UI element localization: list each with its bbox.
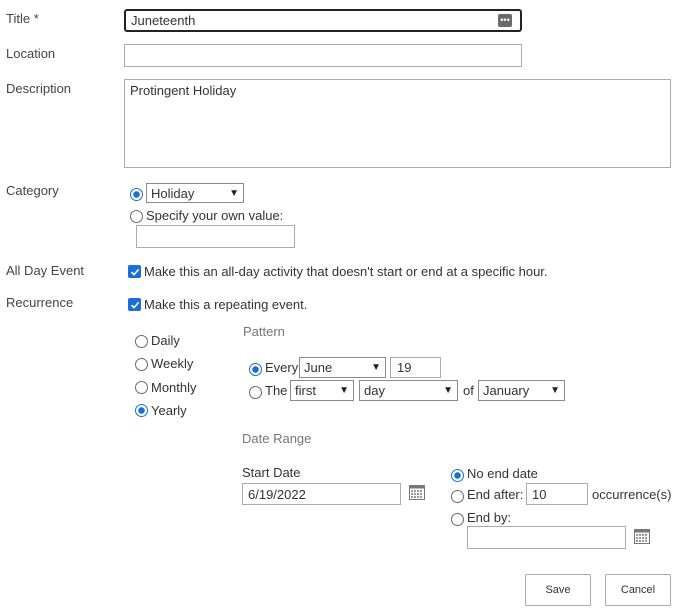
chevron-down-icon: ▼: [339, 385, 349, 396]
chevron-down-icon: ▼: [371, 362, 381, 373]
frequency-monthly-radio[interactable]: [135, 381, 148, 394]
category-own-input[interactable]: [136, 225, 295, 248]
title-label: Title *: [6, 11, 39, 26]
category-label: Category: [6, 183, 59, 198]
end-by-radio[interactable]: [451, 513, 464, 526]
chevron-down-icon: ▼: [550, 385, 560, 396]
chevron-down-icon: ▼: [443, 385, 453, 396]
location-input[interactable]: [124, 44, 522, 67]
of-label: of: [463, 383, 474, 398]
allday-label: All Day Event: [6, 263, 85, 278]
frequency-yearly-radio[interactable]: [135, 404, 148, 417]
frequency-weekly-radio[interactable]: [135, 358, 148, 371]
chevron-down-icon: ▼: [229, 187, 239, 199]
category-choice-radio[interactable]: [130, 188, 143, 201]
end-by-label: End by:: [467, 510, 512, 525]
the-month-select[interactable]: January ▼: [478, 380, 565, 401]
the-ordinal-select[interactable]: first ▼: [290, 380, 354, 401]
recurrence-label: Recurrence: [6, 295, 74, 310]
category-own-radio[interactable]: [130, 210, 143, 223]
title-input-value: Juneteenth: [131, 13, 196, 28]
end-after-radio[interactable]: [451, 490, 464, 503]
date-range-heading: Date Range: [242, 431, 312, 446]
location-label: Location: [6, 46, 56, 61]
every-month-select[interactable]: June ▼: [299, 357, 386, 378]
no-end-date-radio[interactable]: [451, 469, 464, 482]
the-day-value: day: [364, 383, 385, 398]
allday-text: Make this an all-day activity that doesn…: [144, 264, 548, 279]
calendar-icon[interactable]: [409, 484, 425, 505]
category-own-label: Specify your own value:: [146, 208, 284, 223]
pattern-the-label: The: [265, 383, 288, 398]
recurrence-text: Make this a repeating event.: [144, 297, 308, 312]
end-after-label: End after:: [467, 487, 524, 502]
frequency-daily-radio[interactable]: [135, 335, 148, 348]
cancel-button[interactable]: Cancel: [605, 574, 671, 606]
pattern-every-label: Every: [265, 360, 299, 375]
frequency-weekly-label: Weekly: [151, 356, 194, 371]
checkmark-icon: [130, 301, 139, 309]
end-by-input[interactable]: [467, 526, 626, 549]
pattern-heading: Pattern: [243, 324, 285, 339]
description-label: Description: [6, 81, 72, 96]
allday-checkbox[interactable]: [128, 265, 141, 278]
occurrences-label: occurrence(s): [592, 487, 672, 502]
no-end-date-label: No end date: [467, 466, 538, 481]
category-select[interactable]: Holiday ▼: [146, 183, 244, 203]
title-input[interactable]: Juneteenth •••: [124, 9, 522, 32]
end-after-input[interactable]: 10: [526, 483, 588, 505]
every-day-input[interactable]: 19: [390, 357, 441, 378]
save-button[interactable]: Save: [525, 574, 591, 606]
recurrence-checkbox[interactable]: [128, 298, 141, 311]
the-month-value: January: [483, 383, 530, 398]
every-month-value: June: [304, 360, 333, 375]
more-options-icon[interactable]: •••: [498, 14, 512, 27]
category-select-value: Holiday: [151, 185, 195, 201]
frequency-daily-label: Daily: [151, 333, 180, 348]
pattern-every-radio[interactable]: [249, 363, 262, 376]
the-ordinal-value: first: [295, 383, 316, 398]
calendar-icon[interactable]: [634, 528, 650, 549]
the-day-select[interactable]: day ▼: [359, 380, 458, 401]
frequency-monthly-label: Monthly: [151, 380, 197, 395]
start-date-label: Start Date: [242, 465, 301, 480]
frequency-yearly-label: Yearly: [151, 403, 187, 418]
description-textarea[interactable]: Protingent Holiday: [124, 79, 671, 168]
start-date-input[interactable]: 6/19/2022: [242, 483, 401, 505]
checkmark-icon: [130, 268, 139, 276]
pattern-the-radio[interactable]: [249, 386, 262, 399]
